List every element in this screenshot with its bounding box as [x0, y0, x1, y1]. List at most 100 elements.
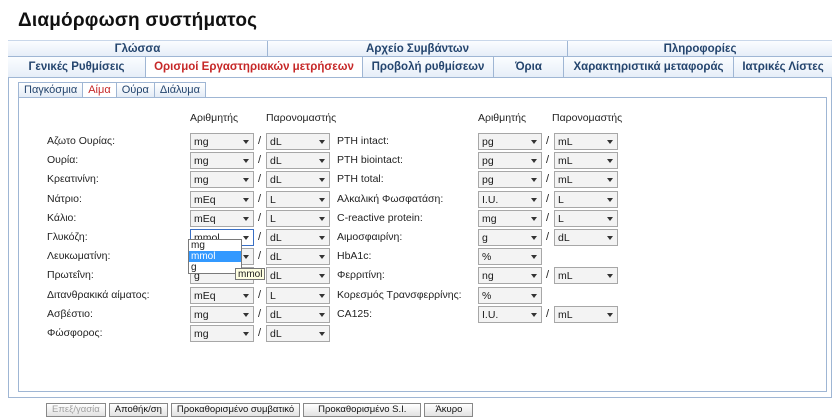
chevron-down-icon[interactable]	[607, 178, 613, 183]
tab-transfer-characteristics[interactable]: Χαρακτηριστικά μεταφοράς	[564, 57, 734, 77]
tab-limits[interactable]: Όρια	[494, 57, 564, 77]
save-button[interactable]: Αποθήκ/ση	[108, 403, 168, 417]
tab-language[interactable]: Γλώσσα	[8, 41, 268, 56]
denominator-select[interactable]: dL	[266, 133, 330, 150]
chevron-down-icon[interactable]	[319, 178, 325, 183]
chevron-down-icon[interactable]	[607, 312, 613, 317]
numerator-select[interactable]: mEq	[190, 286, 254, 304]
chevron-down-icon[interactable]	[243, 216, 249, 221]
chevron-down-icon[interactable]	[243, 197, 249, 202]
subtab-solution[interactable]: Διάλυμα	[154, 82, 207, 98]
denominator-select[interactable]: dL	[266, 267, 330, 285]
denominator-select[interactable]: L	[266, 190, 330, 208]
numerator-select[interactable]: mg	[190, 305, 254, 323]
denominator-select[interactable]: mL	[554, 267, 618, 285]
numerator-select[interactable]: ng	[478, 267, 542, 285]
chevron-down-icon[interactable]	[243, 159, 249, 164]
dropdown-option-selected[interactable]: mmol	[189, 251, 241, 262]
chevron-down-icon[interactable]	[531, 312, 537, 317]
chevron-down-icon[interactable]	[243, 255, 249, 260]
chevron-down-icon[interactable]	[319, 159, 325, 164]
numerator-select[interactable]: I.U.	[478, 190, 542, 208]
denominator-select[interactable]: mL	[554, 133, 618, 150]
numerator-select[interactable]: mg	[478, 209, 542, 227]
unit-row: Φερριτίνη: ng / mL	[337, 267, 626, 285]
chevron-down-icon[interactable]	[319, 332, 325, 336]
chevron-down-icon[interactable]	[319, 236, 325, 240]
glucose-unit-dropdown-list[interactable]: mg mmol g	[188, 239, 242, 274]
chevron-down-icon[interactable]	[531, 255, 537, 260]
unit-row-label: Αζωτο Ουρίας:	[47, 135, 115, 147]
chevron-down-icon[interactable]	[319, 140, 325, 144]
numerator-select[interactable]: mEq	[190, 209, 254, 227]
chevron-down-icon[interactable]	[531, 293, 537, 298]
numerator-select[interactable]: pg	[478, 171, 542, 189]
chevron-down-icon[interactable]	[319, 255, 325, 260]
subtab-urine[interactable]: Ούρα	[116, 82, 155, 98]
chevron-down-icon[interactable]	[319, 216, 325, 221]
chevron-down-icon[interactable]	[243, 178, 249, 183]
numerator-select[interactable]: mg	[190, 325, 254, 342]
chevron-down-icon[interactable]	[243, 140, 249, 144]
denominator-select[interactable]: L	[554, 209, 618, 227]
numerator-select[interactable]: %	[478, 248, 542, 266]
numerator-select[interactable]: pg	[478, 152, 542, 170]
chevron-down-icon[interactable]	[531, 159, 537, 164]
chevron-down-icon[interactable]	[243, 293, 249, 298]
tab-medical-lists[interactable]: Ιατρικές Λίστες	[734, 57, 832, 77]
numerator-select[interactable]: mg	[190, 171, 254, 189]
chevron-down-icon[interactable]	[319, 274, 325, 279]
denominator-select[interactable]: dL	[266, 305, 330, 323]
subtab-global[interactable]: Παγκόσμια	[18, 82, 84, 98]
chevron-down-icon[interactable]	[319, 293, 325, 298]
denominator-select[interactable]: mL	[554, 305, 618, 323]
default-si-button[interactable]: Προκαθορισμένο S.I.	[303, 403, 422, 417]
numerator-select[interactable]: g	[478, 229, 542, 246]
denominator-select[interactable]: mL	[554, 171, 618, 189]
tab-display-settings[interactable]: Προβολή ρυθμίσεων	[363, 57, 494, 77]
chevron-down-icon[interactable]	[607, 216, 613, 221]
denominator-select[interactable]: L	[554, 190, 618, 208]
numerator-select[interactable]: mEq	[190, 190, 254, 208]
denominator-select[interactable]: dL	[266, 248, 330, 266]
denominator-select[interactable]: L	[266, 209, 330, 227]
numerator-select[interactable]: %	[478, 286, 542, 304]
chevron-down-icon[interactable]	[243, 236, 249, 240]
numerator-select[interactable]: mg	[190, 152, 254, 170]
denominator-select[interactable]: L	[266, 286, 330, 304]
denominator-select[interactable]: dL	[266, 325, 330, 342]
numerator-select[interactable]: I.U.	[478, 305, 542, 323]
chevron-down-icon[interactable]	[607, 274, 613, 279]
subtab-blood[interactable]: Αίμα	[83, 82, 117, 98]
chevron-down-icon[interactable]	[319, 197, 325, 202]
denominator-select[interactable]: dL	[266, 229, 330, 246]
chevron-down-icon[interactable]	[531, 140, 537, 144]
numerator-select[interactable]: mg	[190, 133, 254, 150]
chevron-down-icon[interactable]	[243, 312, 249, 317]
chevron-down-icon[interactable]	[607, 197, 613, 202]
tab-general-settings[interactable]: Γενικές Ρυθμίσεις	[8, 57, 146, 77]
chevron-down-icon[interactable]	[531, 178, 537, 183]
chevron-down-icon[interactable]	[531, 274, 537, 279]
chevron-down-icon[interactable]	[607, 140, 613, 144]
chevron-down-icon[interactable]	[531, 197, 537, 202]
tab-info[interactable]: Πληροφορίες	[568, 41, 832, 56]
numerator-select[interactable]: pg	[478, 133, 542, 150]
tab-event-log[interactable]: Αρχείο Συμβάντων	[268, 41, 568, 56]
tab-lab-definitions[interactable]: Ορισμοί Εργαστηριακών μετρήσεων	[146, 57, 363, 77]
edit-button[interactable]: Επεξ/γασία	[46, 403, 106, 417]
chevron-down-icon[interactable]	[607, 236, 613, 240]
cancel-button[interactable]: Άκυρο	[424, 403, 474, 417]
chevron-down-icon[interactable]	[531, 236, 537, 240]
chevron-down-icon[interactable]	[607, 159, 613, 164]
dropdown-option[interactable]: g	[189, 262, 241, 273]
denominator-select[interactable]: dL	[554, 229, 618, 246]
denominator-select[interactable]: dL	[266, 152, 330, 170]
dropdown-option[interactable]: mg	[189, 240, 241, 251]
denominator-select[interactable]: dL	[266, 171, 330, 189]
default-conventional-button[interactable]: Προκαθορισμένο συμβατικό	[170, 403, 301, 417]
chevron-down-icon[interactable]	[243, 332, 249, 336]
denominator-select[interactable]: mL	[554, 152, 618, 170]
chevron-down-icon[interactable]	[531, 216, 537, 221]
chevron-down-icon[interactable]	[319, 312, 325, 317]
